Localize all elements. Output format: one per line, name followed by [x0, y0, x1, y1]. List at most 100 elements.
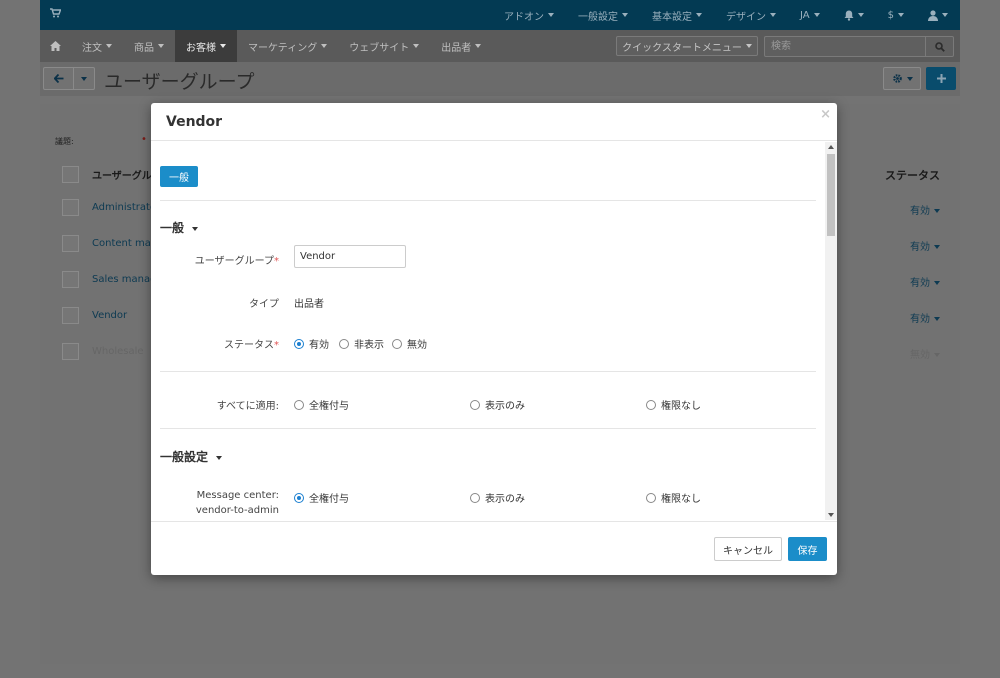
nav-marketing-label: マーケティング: [248, 42, 318, 54]
topnav-basic-settings[interactable]: 基本設定: [640, 0, 714, 30]
perm-option-label: 表示のみ: [485, 401, 525, 412]
row-status-dropdown[interactable]: 有効: [910, 310, 940, 325]
search-input[interactable]: 検索: [765, 37, 925, 56]
close-icon[interactable]: ×: [820, 107, 831, 122]
topnav-design-label: デザイン: [726, 11, 766, 23]
divider: [160, 371, 816, 372]
row-status-dropdown[interactable]: 有効: [910, 274, 940, 289]
type-value: 出品者: [294, 299, 324, 310]
row-status-dropdown[interactable]: 有効: [910, 202, 940, 217]
topnav-addons-label: アドオン: [504, 11, 544, 23]
apply-all-radio-full[interactable]: 全権付与: [294, 397, 349, 412]
cart-icon[interactable]: [50, 8, 61, 19]
row-status-label: 有効: [910, 206, 930, 217]
topnav-currency[interactable]: $: [876, 0, 916, 30]
scroll-up-arrow-icon[interactable]: [828, 145, 834, 149]
status-radio-disabled[interactable]: 無効: [392, 336, 427, 351]
home-icon[interactable]: [40, 30, 71, 62]
apply-all-radio-view[interactable]: 表示のみ: [470, 397, 525, 412]
list-caption-text: 議題:: [55, 137, 74, 146]
row-name-link[interactable]: Vendor: [92, 310, 127, 321]
nav-vendors[interactable]: 出品者: [430, 30, 492, 62]
required-marker: *: [274, 256, 279, 267]
quickstart-label: クイックスタートメニュー: [622, 42, 742, 54]
select-all-checkbox[interactable]: [62, 166, 79, 183]
radio-indicator: [339, 338, 349, 349]
gear-icon: [892, 74, 902, 83]
topnav-user[interactable]: [916, 0, 960, 30]
topnav-language[interactable]: JA: [788, 0, 832, 30]
message-center-label: Message center: vendor-to-admin communic…: [195, 490, 279, 516]
radio-indicator: [294, 492, 304, 503]
back-button-group: [43, 67, 95, 90]
status-field-label: ステータス*: [159, 336, 279, 351]
row-checkbox[interactable]: [62, 307, 79, 324]
tab-general[interactable]: 一般: [160, 166, 198, 187]
row-status-label: 有効: [910, 242, 930, 253]
search-icon[interactable]: [925, 37, 953, 56]
message-center-radio-view[interactable]: 表示のみ: [470, 490, 525, 505]
row-checkbox[interactable]: [62, 235, 79, 252]
row-name-link[interactable]: Administrator: [92, 202, 160, 213]
topnav-addons[interactable]: アドオン: [492, 0, 566, 30]
plus-icon: [936, 74, 946, 83]
nav-website[interactable]: ウェブサイト: [338, 30, 430, 62]
topnav-notifications[interactable]: [832, 0, 876, 30]
nav-marketing[interactable]: マーケティング: [237, 30, 338, 62]
row-checkbox[interactable]: [62, 343, 79, 360]
dialog-title: Vendor: [166, 114, 223, 130]
usergroup-input[interactable]: Vendor: [294, 245, 406, 268]
section-general-toggle[interactable]: 一般: [160, 219, 199, 236]
topnav-general-settings[interactable]: 一般設定: [566, 0, 640, 30]
topnav-language-label: JA: [800, 9, 810, 21]
nav-customers-label: お客様: [186, 42, 216, 54]
row-status-dropdown[interactable]: 無効: [910, 346, 940, 361]
scrollbar-thumb[interactable]: [827, 154, 835, 236]
save-button[interactable]: 保存: [788, 537, 827, 561]
radio-indicator: [294, 399, 304, 410]
dialog-header: Vendor ×: [151, 103, 837, 141]
status-option-label: 非表示: [354, 340, 384, 351]
add-button[interactable]: [926, 67, 956, 90]
usergroup-label-text: ユーザーグループ: [194, 256, 274, 267]
section-settings-toggle[interactable]: 一般設定: [160, 448, 223, 465]
nav-customers[interactable]: お客様: [175, 30, 237, 62]
required-marker: •: [141, 134, 147, 145]
apply-all-radio-none[interactable]: 権限なし: [646, 397, 701, 412]
status-radio-hidden[interactable]: 非表示: [339, 336, 384, 351]
radio-indicator: [392, 338, 402, 349]
settings-dropdown-button[interactable]: [883, 67, 921, 90]
nav-products-label: 商品: [134, 42, 154, 54]
list-caption: 議題:: [55, 136, 74, 147]
divider: [160, 200, 816, 201]
nav-orders-label: 注文: [82, 42, 102, 54]
row-name-link[interactable]: Wholesale: [92, 346, 144, 357]
nav-vendors-label: 出品者: [441, 42, 472, 54]
row-checkbox[interactable]: [62, 271, 79, 288]
top-bar: アドオン 一般設定 基本設定 デザイン JA $: [40, 0, 960, 30]
row-checkbox[interactable]: [62, 199, 79, 216]
back-dropdown-icon[interactable]: [74, 68, 94, 89]
nav-website-label: ウェブサイト: [349, 42, 410, 54]
row-status-label: 有効: [910, 278, 930, 289]
nav-orders[interactable]: 注文: [71, 30, 123, 62]
back-arrow-icon[interactable]: [44, 68, 74, 89]
row-status-dropdown[interactable]: 有効: [910, 238, 940, 253]
radio-indicator: [470, 399, 480, 410]
perm-option-label: 全権付与: [309, 401, 349, 412]
quickstart-menu-button[interactable]: クイックスタートメニュー: [616, 36, 758, 56]
nav-products[interactable]: 商品: [123, 30, 175, 62]
row-name-link[interactable]: Sales manag: [92, 274, 156, 285]
dialog-body: 一般 一般 ユーザーグループ* Vendor タイプ 出品者 ステータス* 有効…: [151, 142, 837, 520]
cancel-button[interactable]: キャンセル: [714, 537, 782, 561]
divider: [160, 428, 816, 429]
scroll-down-arrow-icon[interactable]: [828, 513, 834, 517]
status-label-text: ステータス: [224, 340, 274, 351]
type-field-label: タイプ: [249, 299, 279, 310]
dialog-scrollbar[interactable]: [825, 142, 837, 520]
message-center-radio-none[interactable]: 権限なし: [646, 490, 701, 505]
topnav-design[interactable]: デザイン: [714, 0, 788, 30]
row-status-label: 有効: [910, 314, 930, 325]
status-radio-active[interactable]: 有効: [294, 336, 329, 351]
message-center-radio-full[interactable]: 全権付与: [294, 490, 349, 505]
